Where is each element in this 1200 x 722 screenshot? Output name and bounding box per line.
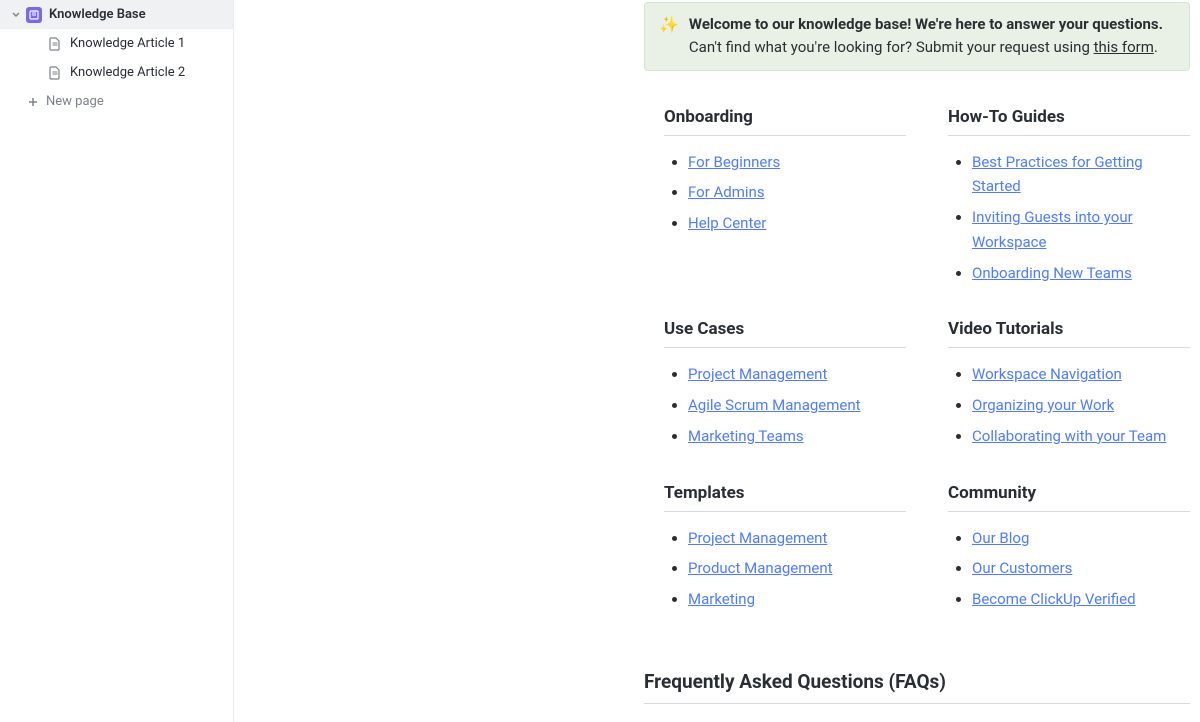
section-title: Use Cases: [664, 319, 906, 348]
content-link[interactable]: Project Management: [688, 529, 827, 547]
new-page-button[interactable]: New page: [0, 87, 233, 116]
list-item: For Admins: [688, 180, 906, 205]
main-content: ✨ Welcome to our knowledge base! We're h…: [234, 0, 1200, 722]
sidebar-item-article-2[interactable]: Knowledge Article 2: [0, 58, 233, 87]
link-list: Project Management Product Management Mark…: [664, 526, 906, 612]
link-list: Our Blog Our Customers Become ClickUp Veri…: [948, 526, 1190, 612]
faq-heading: Frequently Asked Questions (FAQs): [644, 670, 1190, 704]
content-link[interactable]: Become ClickUp Verified: [972, 590, 1136, 608]
link-list: Project Management Agile Scrum Management…: [664, 362, 906, 448]
new-page-label: New page: [46, 94, 104, 109]
list-item: Become ClickUp Verified: [972, 587, 1190, 612]
content-link[interactable]: Our Blog: [972, 529, 1029, 547]
list-item: Project Management: [688, 362, 906, 387]
content-link[interactable]: Collaborating with your Team: [972, 427, 1166, 445]
content-link[interactable]: Workspace Navigation: [972, 365, 1122, 383]
content-link[interactable]: Help Center: [688, 214, 766, 232]
link-list: For Beginners For Admins Help Center: [664, 150, 906, 236]
section-column: Video Tutorials Workspace Navigation Organ…: [948, 319, 1190, 454]
book-icon: [26, 7, 42, 23]
content-link[interactable]: Best Practices for Getting Started: [972, 153, 1143, 196]
content-link[interactable]: Onboarding New Teams: [972, 264, 1132, 282]
sidebar-item-label: Knowledge Base: [49, 7, 146, 22]
callout-body: Welcome to our knowledge base! We're her…: [689, 13, 1163, 60]
content-link[interactable]: Inviting Guests into your Workspace: [972, 208, 1133, 251]
faq-item[interactable]: Question: [644, 716, 1190, 722]
list-item: Collaborating with your Team: [972, 424, 1190, 449]
list-item: Workspace Navigation: [972, 362, 1190, 387]
callout-headline: Welcome to our knowledge base! We're her…: [689, 15, 1163, 33]
content-link[interactable]: Product Management: [688, 559, 833, 577]
content-link[interactable]: Organizing your Work: [972, 396, 1114, 414]
content-link[interactable]: Project Management: [688, 365, 827, 383]
list-item: For Beginners: [688, 150, 906, 175]
list-item: Project Management: [688, 526, 906, 551]
sparkles-icon: ✨: [659, 13, 679, 60]
callout-line2-post: .: [1154, 38, 1158, 56]
section-title: Templates: [664, 483, 906, 512]
content-link[interactable]: Our Customers: [972, 559, 1072, 577]
section-title: How-To Guides: [948, 107, 1190, 136]
section-column: Community Our Blog Our Customers Become Cli…: [948, 483, 1190, 618]
content-link[interactable]: Marketing Teams: [688, 427, 804, 445]
section-column: Use Cases Project Management Agile Scrum M…: [664, 319, 906, 454]
welcome-callout: ✨ Welcome to our knowledge base! We're h…: [644, 2, 1190, 71]
list-item: Onboarding New Teams: [972, 261, 1190, 286]
list-item: Best Practices for Getting Started: [972, 150, 1190, 200]
plus-icon: [26, 95, 40, 109]
link-list: Workspace Navigation Organizing your Work…: [948, 362, 1190, 448]
sidebar-item-knowledge-base[interactable]: Knowledge Base: [0, 0, 233, 29]
callout-line2-pre: Can't find what you're looking for? Subm…: [689, 38, 1094, 56]
sidebar-item-label: Knowledge Article 2: [70, 65, 185, 80]
list-item: Help Center: [688, 211, 906, 236]
list-item: Inviting Guests into your Workspace: [972, 205, 1190, 255]
sidebar: Knowledge Base Knowledge Article 1 Knowl…: [0, 0, 234, 722]
content-link[interactable]: Marketing: [688, 590, 755, 608]
content-link[interactable]: For Beginners: [688, 153, 780, 171]
document-icon: [47, 65, 63, 81]
content-link[interactable]: For Admins: [688, 183, 765, 201]
list-item: Organizing your Work: [972, 393, 1190, 418]
section-column: How-To Guides Best Practices for Getting …: [948, 107, 1190, 292]
list-item: Marketing: [688, 587, 906, 612]
sidebar-item-label: Knowledge Article 1: [70, 36, 185, 51]
document-icon: [47, 36, 63, 52]
sidebar-item-article-1[interactable]: Knowledge Article 1: [0, 29, 233, 58]
list-item: Agile Scrum Management: [688, 393, 906, 418]
section-title: Onboarding: [664, 107, 906, 136]
chevron-down-icon: [10, 9, 22, 21]
content-link[interactable]: Agile Scrum Management: [688, 396, 861, 414]
list-item: Marketing Teams: [688, 424, 906, 449]
list-item: Our Blog: [972, 526, 1190, 551]
section-column: Onboarding For Beginners For Admins Help Ce…: [664, 107, 906, 292]
link-list: Best Practices for Getting Started Inviti…: [948, 150, 1190, 286]
section-title: Community: [948, 483, 1190, 512]
section-column: Templates Project Management Product Manag…: [664, 483, 906, 618]
list-item: Our Customers: [972, 556, 1190, 581]
section-title: Video Tutorials: [948, 319, 1190, 348]
callout-form-link[interactable]: this form: [1094, 38, 1154, 56]
list-item: Product Management: [688, 556, 906, 581]
